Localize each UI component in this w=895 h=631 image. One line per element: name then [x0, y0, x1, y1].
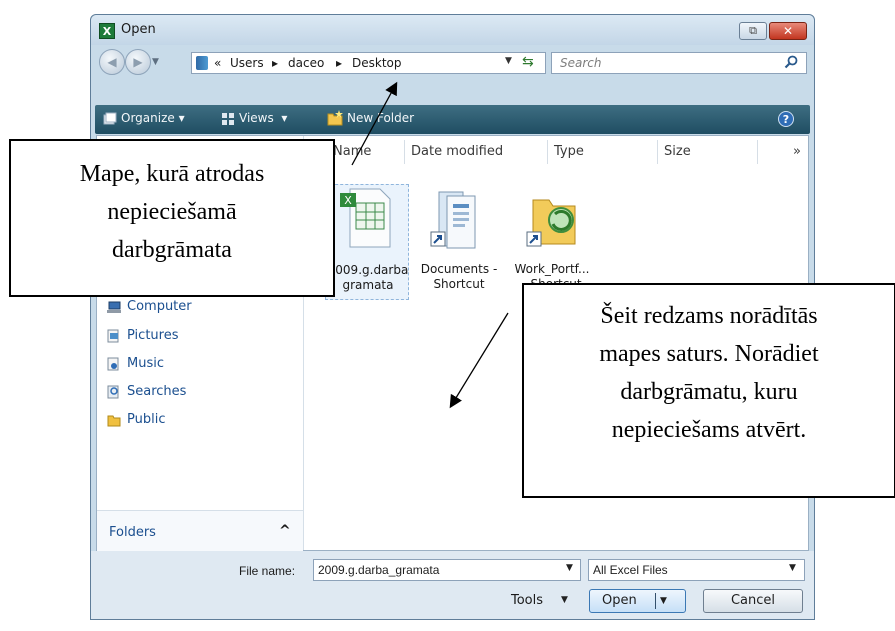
folder-icon [196, 56, 208, 70]
file-name-line1: Documents - [420, 262, 498, 276]
folders-toggle[interactable]: Folders ^ [97, 510, 303, 551]
column-divider[interactable] [657, 140, 658, 164]
folder-shortcut-icon [526, 199, 576, 247]
callout-content-line4: nepieciešams atvērt. [611, 417, 807, 443]
close-button[interactable]: ✕ [769, 22, 807, 40]
chevron-up-icon: ^ [279, 523, 291, 539]
file-name-line1: Work_Portf... [514, 262, 590, 276]
file-type-select[interactable]: All Excel Files ▼ [588, 559, 805, 581]
breadcrumb-separator[interactable]: ▸ [272, 56, 278, 70]
split-divider [655, 593, 656, 609]
breadcrumb-desktop[interactable]: Desktop [352, 56, 402, 70]
breadcrumb-separator[interactable]: ▸ [336, 56, 342, 70]
music-icon [107, 357, 119, 371]
address-dropdown-icon[interactable]: ▼ [505, 56, 512, 66]
new-folder-icon [327, 110, 343, 126]
file-name-line1: 2009.g.darba [327, 263, 409, 277]
back-arrow-icon: ◀ [107, 55, 117, 69]
bottom-panel: File name: 2009.g.darba_gramata ▼ All Ex… [91, 551, 814, 619]
chevron-down-icon[interactable]: ▼ [566, 563, 573, 573]
callout-folder-line2: nepieciešamā [107, 199, 237, 225]
search-icon[interactable] [784, 55, 798, 69]
organize-icon [103, 112, 117, 125]
more-columns-button[interactable]: » [793, 144, 801, 159]
file-item[interactable]: Documents - Shortcut [417, 184, 501, 300]
organize-menu[interactable]: Organize ▾ [121, 111, 185, 125]
file-name-input[interactable]: 2009.g.darba_gramata ▼ [313, 559, 581, 581]
window-title: Open [121, 22, 156, 37]
folders-label: Folders [109, 525, 156, 540]
open-label: Open [602, 593, 637, 608]
column-divider[interactable] [547, 140, 548, 164]
computer-icon [107, 301, 121, 313]
column-divider[interactable] [757, 140, 758, 164]
file-item[interactable]: X 2009.g.darba gramata [325, 184, 409, 300]
file-name-line2: gramata [342, 278, 394, 292]
views-menu[interactable]: Views ▾ [239, 111, 287, 125]
callout-folder-line3: darbgrāmata [112, 237, 232, 263]
searches-icon [107, 385, 119, 399]
column-date-modified[interactable]: Date modified [411, 144, 503, 159]
restore-button[interactable]: ⧉ [739, 22, 767, 40]
breadcrumb-overflow[interactable]: « [214, 56, 221, 70]
callout-content-line3: darbgrāmatu, kuru [620, 379, 798, 405]
tools-menu[interactable]: Tools [511, 593, 543, 608]
sidebar-item-music[interactable]: Music [127, 356, 164, 371]
cancel-button[interactable]: Cancel [703, 589, 803, 613]
sidebar-item-pictures[interactable]: Pictures [127, 328, 178, 343]
breadcrumb-users[interactable]: Users [230, 56, 264, 70]
callout-folder: Mape, kurā atrodas nepieciešamā darbgrām… [9, 139, 335, 297]
file-name-line2: Shortcut [433, 277, 485, 291]
breadcrumb-daceo[interactable]: daceo [288, 56, 324, 70]
pictures-icon [107, 329, 119, 343]
column-name[interactable]: Name [333, 144, 371, 159]
help-icon[interactable]: ? [778, 111, 794, 127]
chevron-down-icon[interactable]: ▼ [789, 563, 796, 573]
recent-pages-dropdown[interactable]: ▼ [152, 53, 166, 71]
public-folder-icon [107, 415, 121, 427]
open-button[interactable]: Open ▼ [589, 589, 686, 613]
column-size[interactable]: Size [664, 144, 691, 159]
svg-text:X: X [344, 194, 352, 207]
restore-icon: ⧉ [749, 24, 757, 37]
refresh-icon[interactable]: ⇆ [522, 54, 534, 70]
callout-folder-line1: Mape, kurā atrodas [79, 161, 265, 187]
new-folder-button[interactable]: New Folder [347, 111, 414, 125]
forward-button[interactable]: ▶ [125, 49, 151, 75]
file-name-label: File name: [239, 564, 296, 578]
column-type[interactable]: Type [554, 144, 584, 159]
close-icon: ✕ [782, 24, 794, 38]
sidebar-item-searches[interactable]: Searches [127, 384, 186, 399]
callout-content-line1: Šeit redzams norādītās [600, 303, 818, 329]
search-placeholder: Search [560, 56, 602, 70]
views-label: Views [239, 111, 274, 125]
documents-shortcut-icon [430, 191, 476, 249]
sidebar-item-public[interactable]: Public [127, 412, 165, 427]
forward-arrow-icon: ▶ [133, 55, 143, 69]
excel-app-icon: X [99, 23, 115, 39]
callout-content: Šeit redzams norādītās mapes saturs. Nor… [522, 283, 895, 498]
chevron-down-icon[interactable]: ▼ [660, 590, 667, 612]
views-icon [222, 113, 234, 125]
search-box[interactable]: Search [551, 52, 807, 74]
file-type-value: All Excel Files [593, 563, 668, 577]
title-bar: X Open ⧉ ✕ [91, 15, 814, 45]
column-divider[interactable] [404, 140, 405, 164]
file-name-value: 2009.g.darba_gramata [318, 563, 440, 577]
chevron-down-icon[interactable]: ▼ [561, 595, 568, 605]
organize-label: Organize [121, 111, 175, 125]
sidebar-item-computer[interactable]: Computer [127, 299, 192, 314]
callout-content-line2: mapes saturs. Norādiet [599, 341, 819, 367]
command-toolbar: Organize ▾ Views ▾ New Folder ? [95, 105, 810, 134]
address-bar[interactable]: « Users ▸ daceo ▸ Desktop ▼ ⇆ [191, 52, 546, 74]
excel-workbook-icon: X [340, 188, 391, 248]
back-button[interactable]: ◀ [99, 49, 125, 75]
